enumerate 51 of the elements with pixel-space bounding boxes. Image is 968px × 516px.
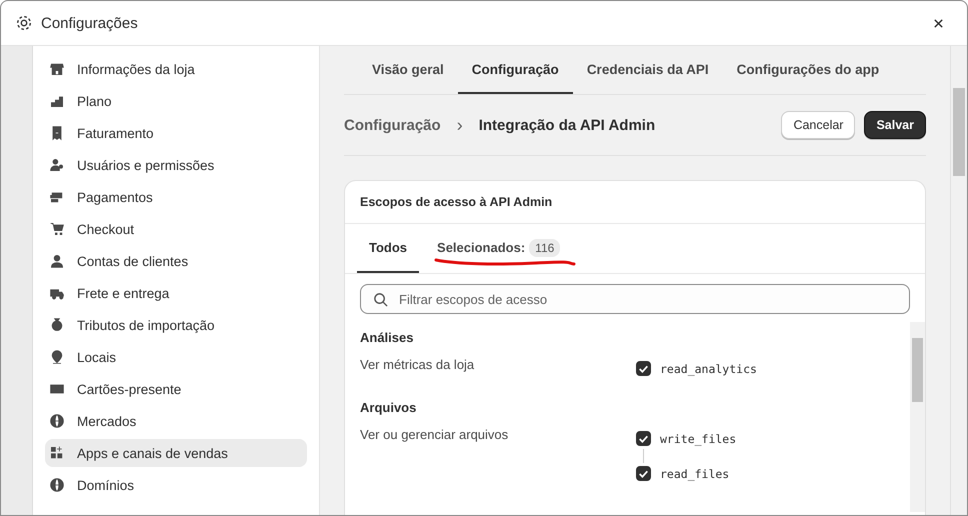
save-button[interactable]: Salvar [864, 111, 926, 139]
sidebar-item[interactable]: Apps e canais de vendas [45, 439, 307, 467]
scope-name: read_analytics [660, 362, 757, 376]
sidebar-item[interactable]: Usuários e permissões [45, 151, 307, 179]
scope-name: read_files [660, 466, 730, 480]
section-description: Ver métricas da loja [360, 357, 476, 374]
apps-icon [49, 445, 65, 461]
sidebar-item[interactable]: Plano [45, 87, 307, 115]
search-icon [373, 292, 388, 307]
sidebar-item[interactable]: Faturamento [45, 119, 307, 147]
store-icon [49, 61, 65, 77]
sidebar-item[interactable]: Contas de clientes [45, 247, 307, 275]
window-title: Configurações [41, 14, 139, 32]
section-heading: Arquivos [360, 400, 418, 415]
filter-tab[interactable]: Selecionados: 116 [425, 224, 572, 273]
page-title: Integração da API Admin [478, 116, 656, 134]
tab[interactable]: Visão geral [358, 46, 458, 94]
globe-icon [49, 413, 65, 429]
card-title: Escopos de acesso à API Admin [345, 181, 925, 224]
sidebar-item[interactable]: Mercados [45, 407, 307, 435]
money-bag-icon [49, 317, 65, 333]
sidebar-item[interactable]: Pagamentos [45, 183, 307, 211]
scrollbar[interactable] [910, 322, 925, 512]
cart-icon [49, 221, 65, 237]
sidebar-item[interactable]: Cartões-presente [45, 375, 307, 403]
scope-name: write_files [660, 432, 736, 446]
settings-icon [15, 14, 33, 32]
close-icon[interactable] [933, 18, 944, 28]
scrollbar[interactable] [950, 46, 967, 515]
search-field[interactable]: Filtrar escopos de acesso [360, 284, 910, 314]
tab[interactable]: Configurações do app [722, 46, 894, 94]
breadcrumb-link[interactable]: Configuração [344, 116, 441, 134]
globe-icon [49, 477, 65, 493]
checkbox[interactable] [636, 431, 651, 446]
person-icon [49, 253, 65, 269]
tab[interactable]: Configuração [458, 46, 573, 94]
section-heading: Análises [360, 330, 414, 345]
section-description: Ver ou gerenciar arquivos [360, 427, 510, 444]
checkbox[interactable] [636, 466, 651, 481]
filter-tab[interactable]: Todos [357, 224, 420, 273]
sidebar-item[interactable]: Checkout [45, 215, 307, 243]
sidebar-item[interactable]: Tributos de importação [45, 311, 307, 339]
cancel-button[interactable]: Cancelar [781, 111, 856, 139]
sidebar-item[interactable]: Informações da loja [45, 55, 307, 83]
tab[interactable]: Credenciais da API [572, 46, 723, 94]
location-pin-icon [49, 349, 65, 365]
sidebar-item[interactable]: Frete e entrega [45, 279, 307, 307]
checkbox[interactable] [636, 361, 651, 376]
breadcrumb-separator: › [456, 114, 463, 136]
sidebar-item[interactable]: Locais [45, 343, 307, 371]
sidebar-item[interactable]: Domínios [45, 471, 307, 499]
